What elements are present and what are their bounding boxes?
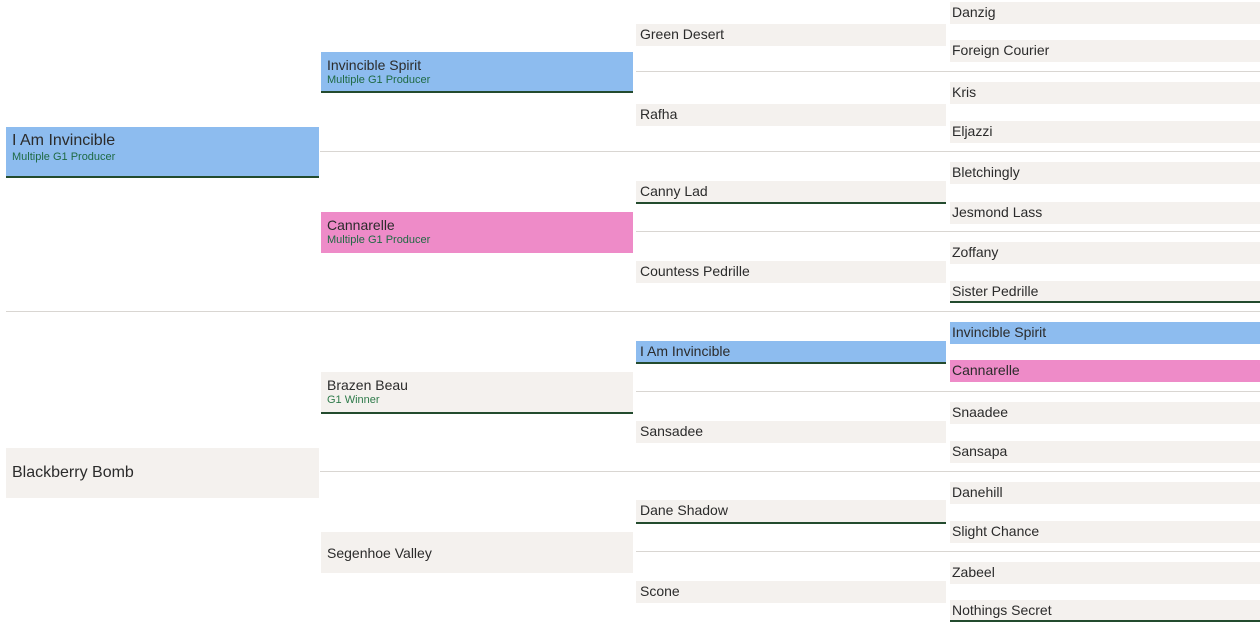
- horse-danehill[interactable]: Danehill: [950, 482, 1260, 504]
- horse-foreign-courier[interactable]: Foreign Courier: [950, 40, 1260, 62]
- horse-name: Invincible Spirit: [327, 57, 422, 73]
- horse-name: Countess Pedrille: [640, 263, 750, 279]
- horse-nothings-secret[interactable]: Nothings Secret: [950, 600, 1260, 622]
- horse-sansadee[interactable]: Sansadee: [636, 421, 946, 443]
- horse-bletchingly[interactable]: Bletchingly: [950, 162, 1260, 184]
- horse-name: Kris: [952, 84, 977, 100]
- divider-col1-bottom: [320, 471, 1260, 472]
- horse-segenhoe-valley[interactable]: Segenhoe Valley: [321, 532, 633, 573]
- horse-name: Brazen Beau: [327, 377, 408, 393]
- horse-rafha[interactable]: Rafha: [636, 104, 946, 126]
- horse-sister-pedrille[interactable]: Sister Pedrille: [950, 281, 1260, 303]
- horse-name: Danzig: [952, 4, 996, 20]
- horse-name: I Am Invincible: [12, 132, 116, 149]
- horse-name: Bletchingly: [952, 164, 1020, 180]
- horse-name: Sansapa: [952, 443, 1008, 459]
- horse-slight-chance[interactable]: Slight Chance: [950, 521, 1260, 543]
- horse-name: Scone: [640, 583, 680, 599]
- horse-name: Dane Shadow: [640, 502, 728, 518]
- divider-col1-top: [320, 151, 1260, 152]
- horse-cannarelle-gen4[interactable]: Cannarelle: [950, 360, 1260, 382]
- horse-name: Foreign Courier: [952, 42, 1050, 58]
- horse-name: Snaadee: [952, 404, 1009, 420]
- horse-name: Sansadee: [640, 423, 704, 439]
- horse-dane-shadow[interactable]: Dane Shadow: [636, 500, 946, 524]
- horse-invincible-spirit[interactable]: Invincible Spirit Multiple G1 Producer: [321, 52, 633, 93]
- horse-name: Invincible Spirit: [952, 324, 1047, 340]
- horse-cannarelle[interactable]: Cannarelle Multiple G1 Producer: [321, 212, 633, 253]
- horse-note: Multiple G1 Producer: [327, 74, 431, 86]
- horse-name: Blackberry Bomb: [12, 464, 134, 481]
- divider-col2-3: [636, 391, 1260, 392]
- horse-brazen-beau[interactable]: Brazen Beau G1 Winner: [321, 372, 633, 414]
- horse-name: Cannarelle: [952, 362, 1020, 378]
- horse-note: Multiple G1 Producer: [327, 234, 431, 246]
- horse-name: Danehill: [952, 484, 1003, 500]
- horse-name: Segenhoe Valley: [327, 544, 432, 561]
- horse-sansapa[interactable]: Sansapa: [950, 441, 1260, 463]
- horse-zabeel[interactable]: Zabeel: [950, 562, 1260, 584]
- horse-name: Rafha: [640, 106, 678, 122]
- divider-col2-1: [636, 71, 1260, 72]
- horse-name: Slight Chance: [952, 523, 1040, 539]
- horse-name: Green Desert: [640, 26, 725, 42]
- horse-green-desert[interactable]: Green Desert: [636, 24, 946, 46]
- horse-name: Eljazzi: [952, 123, 993, 139]
- horse-name: I Am Invincible: [640, 343, 731, 359]
- horse-invincible-spirit-gen4[interactable]: Invincible Spirit: [950, 322, 1260, 344]
- horse-kris[interactable]: Kris: [950, 82, 1260, 104]
- horse-countess-pedrille[interactable]: Countess Pedrille: [636, 261, 946, 283]
- horse-danzig[interactable]: Danzig: [950, 2, 1260, 24]
- horse-scone[interactable]: Scone: [636, 581, 946, 603]
- divider-col2-2: [636, 231, 1260, 232]
- horse-i-am-invincible[interactable]: I Am Invincible: [636, 341, 946, 364]
- horse-zoffany[interactable]: Zoffany: [950, 242, 1260, 264]
- horse-name: Jesmond Lass: [952, 204, 1043, 220]
- divider-col2-4: [636, 551, 1260, 552]
- horse-sire-i-am-invincible[interactable]: I Am Invincible Multiple G1 Producer: [6, 127, 319, 178]
- horse-name: Zabeel: [952, 564, 995, 580]
- horse-note: Multiple G1 Producer: [12, 151, 116, 163]
- divider-main: [6, 311, 1260, 312]
- horse-snaadee[interactable]: Snaadee: [950, 402, 1260, 424]
- horse-name: Sister Pedrille: [952, 283, 1039, 299]
- horse-name: Cannarelle: [327, 217, 395, 233]
- horse-note: G1 Winner: [327, 394, 380, 406]
- horse-dam-blackberry-bomb[interactable]: Blackberry Bomb: [6, 448, 319, 498]
- horse-jesmond-lass[interactable]: Jesmond Lass: [950, 202, 1260, 224]
- horse-canny-lad[interactable]: Canny Lad: [636, 181, 946, 204]
- horse-name: Zoffany: [952, 244, 999, 260]
- horse-name: Nothings Secret: [952, 602, 1052, 618]
- horse-eljazzi[interactable]: Eljazzi: [950, 121, 1260, 143]
- horse-name: Canny Lad: [640, 183, 708, 199]
